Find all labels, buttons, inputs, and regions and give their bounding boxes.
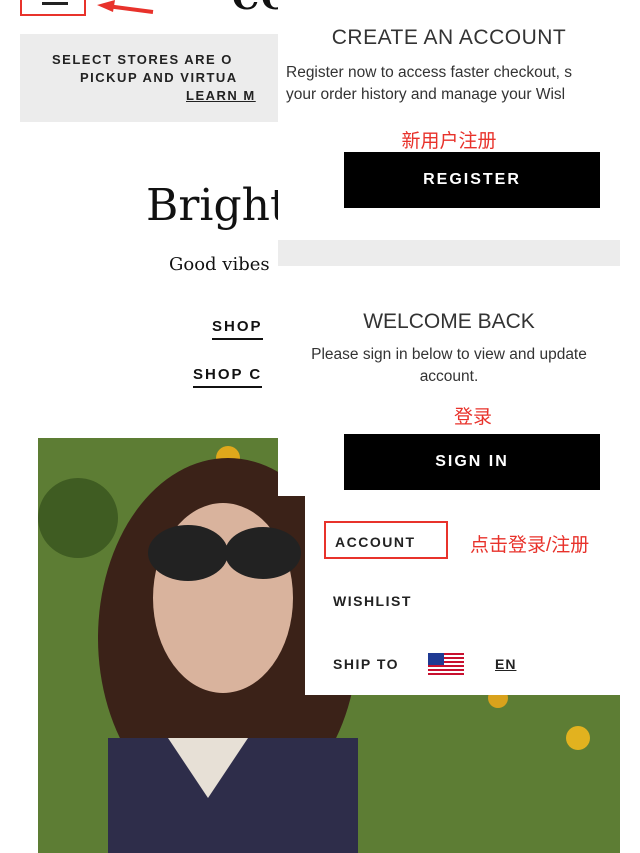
description-line: account. bbox=[419, 368, 479, 385]
annotation-arrow-icon bbox=[97, 0, 154, 14]
shop-link[interactable]: SHOP bbox=[212, 318, 263, 340]
section-divider bbox=[278, 240, 620, 266]
create-account-section: CREATE AN ACCOUNT Register now to access… bbox=[278, 0, 620, 240]
us-flag-icon[interactable] bbox=[428, 653, 464, 675]
account-annotation: 点击登录/注册 bbox=[470, 535, 590, 556]
description-line: Please sign in below to view and update bbox=[311, 346, 587, 363]
register-annotation: 新用户注册 bbox=[401, 131, 497, 152]
account-menu: ACCOUNT 点击登录/注册 WISHLIST SHIP TO EN bbox=[305, 496, 620, 695]
promo-text-line: PICKUP AND VIRTUA bbox=[80, 70, 238, 85]
create-account-title: CREATE AN ACCOUNT bbox=[331, 26, 567, 49]
promo-learn-more-link[interactable]: LEARN M bbox=[186, 88, 256, 103]
sign-in-annotation: 登录 bbox=[454, 407, 493, 428]
shop-link[interactable]: SHOP C bbox=[193, 366, 263, 388]
create-account-description: Register now to access faster checkout, … bbox=[286, 62, 626, 106]
menu-button[interactable] bbox=[20, 0, 86, 16]
hero-subtitle: Good vibes bbox=[169, 254, 270, 275]
description-line: Register now to access faster checkout, … bbox=[286, 64, 573, 81]
sign-in-section: WELCOME BACK Please sign in below to vie… bbox=[278, 266, 620, 496]
register-button[interactable]: REGISTER bbox=[344, 152, 600, 208]
sign-in-button[interactable]: SIGN IN bbox=[344, 434, 600, 490]
menu-item-account[interactable]: ACCOUNT bbox=[335, 534, 416, 550]
ship-to-label: SHIP TO bbox=[333, 656, 400, 672]
sign-in-description: Please sign in below to view and update … bbox=[278, 344, 620, 388]
language-link[interactable]: EN bbox=[495, 656, 516, 672]
promo-text-line: SELECT STORES ARE O bbox=[52, 52, 233, 67]
welcome-back-title: WELCOME BACK bbox=[363, 310, 535, 333]
hamburger-icon bbox=[42, 2, 68, 5]
description-line: your order history and manage your Wisl bbox=[286, 86, 566, 103]
menu-item-wishlist[interactable]: WISHLIST bbox=[333, 593, 412, 609]
